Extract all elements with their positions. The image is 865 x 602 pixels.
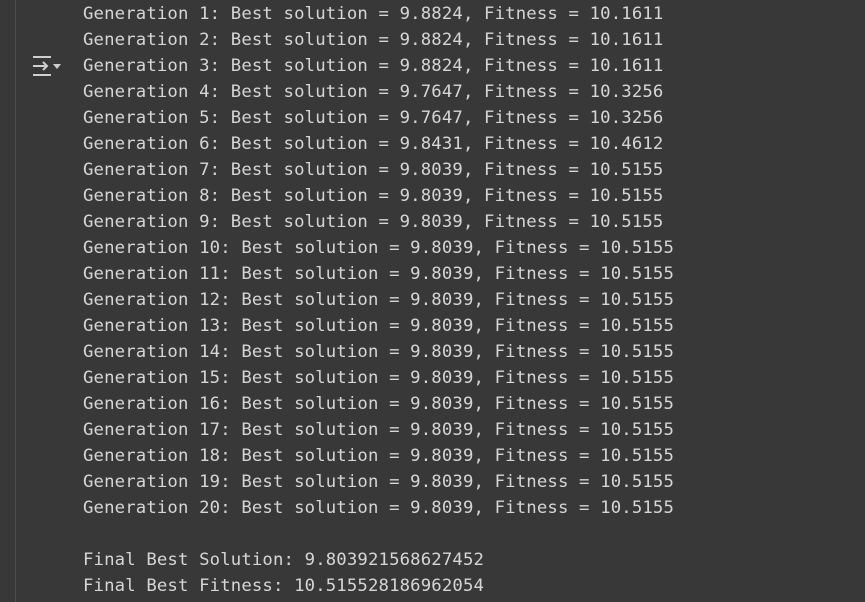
output-line-generation-3: Generation 3: Best solution = 9.8824, Fi… (83, 56, 664, 76)
output-line-generation-20: Generation 20: Best solution = 9.8039, F… (83, 498, 675, 518)
output-line-generation-13: Generation 13: Best solution = 9.8039, F… (83, 316, 675, 336)
output-line-generation-14: Generation 14: Best solution = 9.8039, F… (83, 342, 675, 362)
output-blank-line (83, 521, 674, 547)
output-actions-button[interactable] (29, 52, 63, 80)
output-line-generation-8: Generation 8: Best solution = 9.8039, Fi… (83, 186, 664, 206)
output-line-generation-1: Generation 1: Best solution = 9.8824, Fi… (83, 4, 664, 24)
output-line-generation-17: Generation 17: Best solution = 9.8039, F… (83, 420, 675, 440)
output-line-generation-16: Generation 16: Best solution = 9.8039, F… (83, 394, 675, 414)
output-line-generation-5: Generation 5: Best solution = 9.7647, Fi… (83, 108, 664, 128)
cell-output-area: Generation 1: Best solution = 9.8824, Fi… (0, 0, 865, 602)
output-line-final-fitness: Final Best Fitness: 10.515528186962054 (83, 576, 485, 596)
output-line-final-solution: Final Best Solution: 9.803921568627452 (83, 550, 485, 570)
output-line-generation-10: Generation 10: Best solution = 9.8039, F… (83, 238, 675, 258)
output-line-generation-9: Generation 9: Best solution = 9.8039, Fi… (83, 212, 664, 232)
output-actions-icon (33, 56, 61, 76)
output-line-generation-4: Generation 4: Best solution = 9.7647, Fi… (83, 82, 664, 102)
output-line-generation-11: Generation 11: Best solution = 9.8039, F… (83, 264, 675, 284)
output-line-generation-18: Generation 18: Best solution = 9.8039, F… (83, 446, 675, 466)
output-line-generation-19: Generation 19: Best solution = 9.8039, F… (83, 472, 675, 492)
output-text: Generation 1: Best solution = 9.8824, Fi… (83, 1, 674, 599)
output-line-generation-2: Generation 2: Best solution = 9.8824, Fi… (83, 30, 664, 50)
cell-gutter-divider (15, 0, 16, 602)
output-line-generation-6: Generation 6: Best solution = 9.8431, Fi… (83, 134, 664, 154)
output-line-generation-15: Generation 15: Best solution = 9.8039, F… (83, 368, 675, 388)
output-line-generation-12: Generation 12: Best solution = 9.8039, F… (83, 290, 675, 310)
output-line-generation-7: Generation 7: Best solution = 9.8039, Fi… (83, 160, 664, 180)
